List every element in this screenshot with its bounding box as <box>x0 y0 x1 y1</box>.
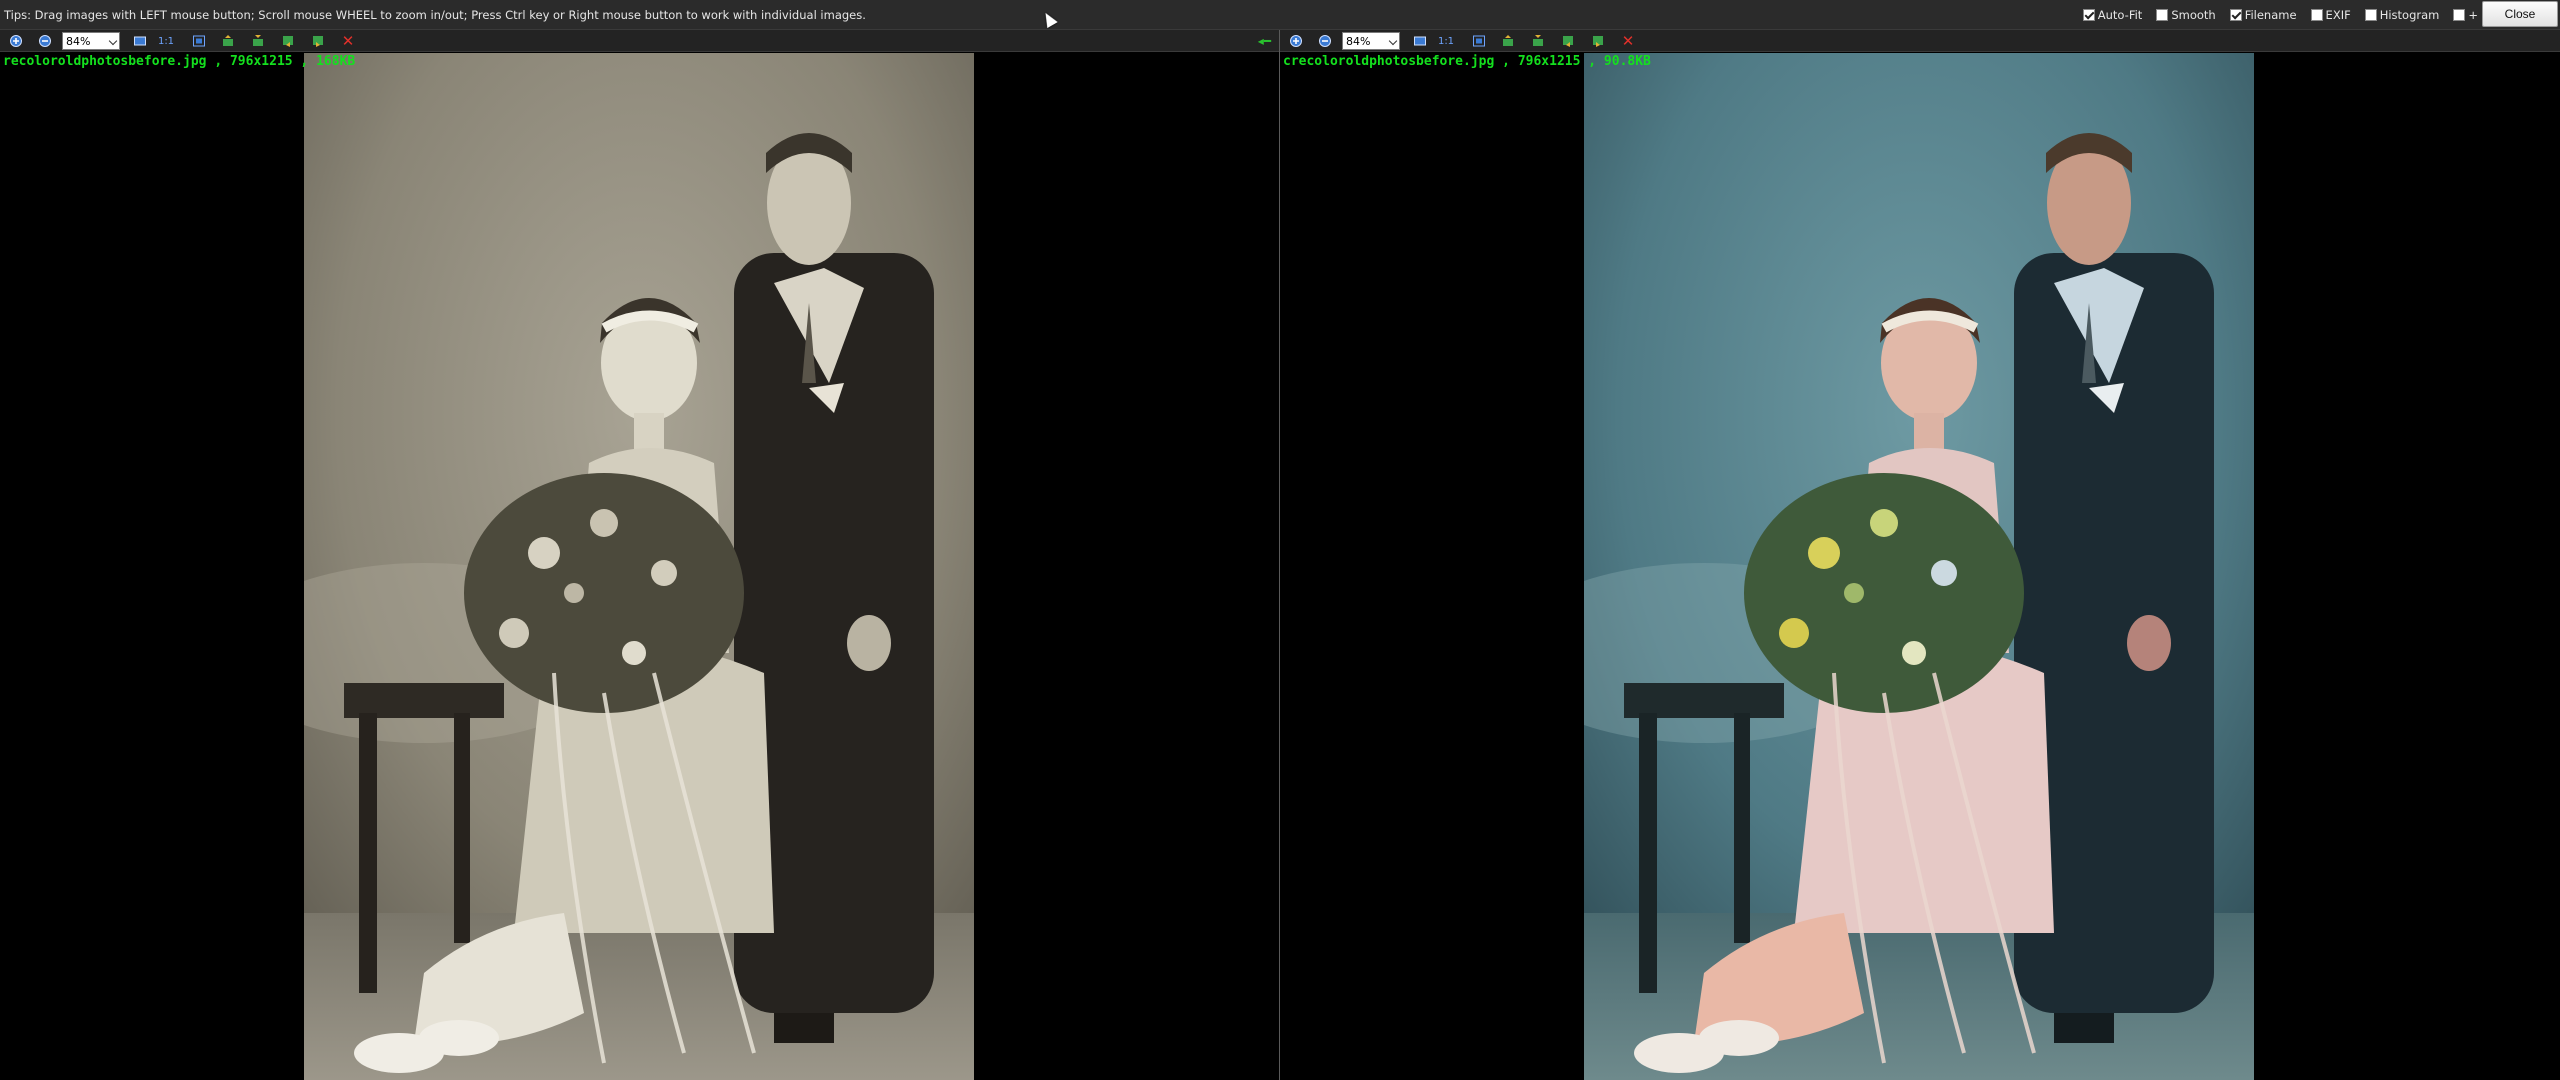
rotate-left-icon[interactable] <box>1500 33 1516 49</box>
left-file-info: recoloroldphotosbefore.jpg , 796x1215 , … <box>3 54 356 69</box>
remove-icon[interactable]: ✕ <box>1620 32 1636 50</box>
actual-size-icon[interactable]: 1:1 <box>1438 33 1454 49</box>
checkbox-box[interactable] <box>2453 9 2466 21</box>
filename: crecoloroldphotosbefore.jpg <box>1283 54 1495 69</box>
tips-text: Tips: Drag images with LEFT mouse button… <box>4 8 866 22</box>
fit-icon[interactable] <box>132 33 148 49</box>
chevron-down-icon <box>108 36 118 46</box>
dimensions: 796x1215 <box>229 54 293 69</box>
filesize: 90.8KB <box>1603 54 1651 69</box>
checkbox-box[interactable] <box>2364 9 2377 21</box>
filename-label: Filename <box>2244 8 2297 22</box>
dimensions: 796x1215 <box>1517 54 1581 69</box>
left-pane-toolbar: 84% 1:1 ✕ ◂━ <box>0 30 1279 52</box>
prev-image-icon[interactable] <box>1560 33 1576 49</box>
zoom-value: 84% <box>1346 34 1371 48</box>
right-pane-toolbar: 84% 1:1 ✕ <box>1280 30 2560 52</box>
fit-window-icon[interactable] <box>191 33 207 49</box>
rotate-right-icon[interactable] <box>1530 33 1546 49</box>
exif-label: EXIF <box>2325 8 2351 22</box>
next-image-icon[interactable] <box>310 33 326 49</box>
checkbox-box[interactable] <box>2156 9 2169 21</box>
sync-arrow-icon[interactable]: ◂━ <box>1258 34 1271 48</box>
mouse-cursor-icon <box>1040 9 1058 29</box>
fit-window-icon[interactable] <box>1471 33 1487 49</box>
right-image-pane[interactable]: 84% 1:1 ✕ crecoloroldphotosbefore.jpg , … <box>1280 30 2560 1080</box>
view-options: Auto-Fit Smooth Filename EXIF Histogram … <box>2082 6 2478 24</box>
photo-before[interactable] <box>304 53 974 1080</box>
close-button[interactable]: Close <box>2482 1 2558 27</box>
zoom-value: 84% <box>66 34 91 48</box>
filesize: 168KB <box>316 54 356 69</box>
smooth-checkbox[interactable]: Smooth <box>2156 8 2216 22</box>
next-image-icon[interactable] <box>1590 33 1606 49</box>
right-file-info: crecoloroldphotosbefore.jpg , 796x1215 ,… <box>1283 54 1651 69</box>
actual-size-icon[interactable]: 1:1 <box>158 33 174 49</box>
rotate-right-icon[interactable] <box>250 33 266 49</box>
zoom-out-icon[interactable] <box>37 33 53 49</box>
top-bar: Tips: Drag images with LEFT mouse button… <box>0 0 2560 30</box>
sepia-wedding-photo-image <box>304 53 974 1080</box>
chevron-down-icon <box>1388 36 1398 46</box>
filename: recoloroldphotosbefore.jpg <box>3 54 207 69</box>
plus-checkbox[interactable]: + <box>2453 8 2478 22</box>
rotate-left-icon[interactable] <box>220 33 236 49</box>
histogram-label: Histogram <box>2379 8 2440 22</box>
checkbox-box[interactable] <box>2229 9 2242 21</box>
remove-icon[interactable]: ✕ <box>340 32 356 50</box>
fit-icon[interactable] <box>1412 33 1428 49</box>
prev-image-icon[interactable] <box>280 33 296 49</box>
exif-checkbox[interactable]: EXIF <box>2310 8 2351 22</box>
recolored-wedding-photo-image <box>1584 53 2254 1080</box>
left-image-pane[interactable]: 84% 1:1 ✕ ◂━ recoloroldphotosbefore.jpg … <box>0 30 1279 1080</box>
checkbox-box[interactable] <box>2310 9 2323 21</box>
zoom-select[interactable]: 84% <box>62 32 120 50</box>
filename-checkbox[interactable]: Filename <box>2229 8 2297 22</box>
zoom-in-icon[interactable] <box>1288 33 1304 49</box>
plus-label: + <box>2468 8 2478 22</box>
zoom-in-icon[interactable] <box>8 33 24 49</box>
photo-after[interactable] <box>1584 53 2254 1080</box>
histogram-checkbox[interactable]: Histogram <box>2364 8 2440 22</box>
smooth-label: Smooth <box>2171 8 2216 22</box>
auto-fit-checkbox[interactable]: Auto-Fit <box>2082 8 2143 22</box>
zoom-out-icon[interactable] <box>1317 33 1333 49</box>
zoom-select[interactable]: 84% <box>1342 32 1400 50</box>
checkbox-box[interactable] <box>2082 9 2095 21</box>
auto-fit-label: Auto-Fit <box>2097 8 2143 22</box>
